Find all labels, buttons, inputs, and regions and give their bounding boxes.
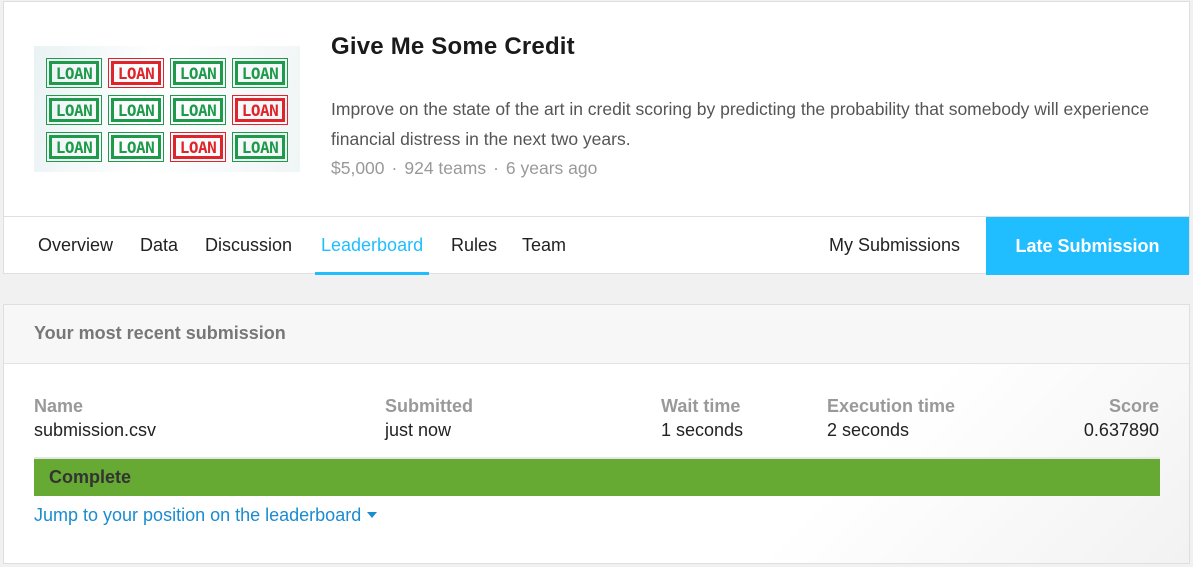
loan-stamp: LOAN <box>46 95 102 125</box>
caret-down-icon <box>367 512 378 518</box>
loan-stamp: LOAN <box>232 95 288 125</box>
tab-rules[interactable]: Rules <box>445 217 503 275</box>
loan-stamp: LOAN <box>170 58 226 88</box>
tab-discussion[interactable]: Discussion <box>199 217 298 275</box>
jump-to-leaderboard-link[interactable]: Jump to your position on the leaderboard <box>34 505 378 526</box>
submission-name-column: Name submission.csv <box>34 395 156 443</box>
prize-amount: $5,000 <box>331 158 385 178</box>
execution-time-value: 2 seconds <box>827 420 910 440</box>
score-value: 0.637890 <box>1083 420 1159 440</box>
tab-my-submissions[interactable]: My Submissions <box>823 217 966 275</box>
team-count: 924 teams <box>404 158 487 178</box>
execution-time-label: Execution time <box>827 396 956 416</box>
loan-stamp: LOAN <box>232 132 288 162</box>
competition-tabbar: Overview Data Discussion Leaderboard Rul… <box>4 216 1189 275</box>
wait-time-value: 1 seconds <box>661 420 744 440</box>
submitted-label: Submitted <box>385 396 473 416</box>
loan-stamp: LOAN <box>170 132 226 162</box>
loan-stamp: LOAN <box>232 58 288 88</box>
meta-separator: · <box>391 158 398 178</box>
jump-link-text: Jump to your position on the leaderboard <box>34 505 362 525</box>
tab-team[interactable]: Team <box>516 217 572 275</box>
score-label: Score <box>1108 396 1159 416</box>
loan-stamp: LOAN <box>108 132 164 162</box>
competition-banner-image: LOAN LOAN LOAN LOAN LOAN LOAN LOAN LOAN LOAN LOAN… <box>34 46 300 172</box>
tab-data[interactable]: Data <box>134 217 184 275</box>
loan-stamp: LOAN <box>46 58 102 88</box>
competition-title: Give Me Some Credit <box>331 33 575 60</box>
submitted-column: Submitted just now <box>385 395 473 443</box>
loan-stamp: LOAN <box>108 58 164 88</box>
wait-time-column: Wait time 1 seconds <box>661 395 743 443</box>
competition-meta: $5,000 · 924 teams · 6 years ago <box>331 158 597 179</box>
competition-description: Improve on the state of the art in credi… <box>331 99 1150 149</box>
submission-file-name: submission.csv <box>34 420 157 440</box>
loan-stamp: LOAN <box>170 95 226 125</box>
tab-overview[interactable]: Overview <box>32 217 119 275</box>
recent-submission-heading: Your most recent submission <box>4 305 1189 364</box>
late-submission-button[interactable]: Late Submission <box>986 217 1189 275</box>
loan-stamp: LOAN <box>46 132 102 162</box>
meta-separator: · <box>493 158 499 178</box>
competition-age: 6 years ago <box>505 158 598 178</box>
name-label: Name <box>34 396 84 416</box>
status-complete-bar: Complete <box>34 457 1160 496</box>
submitted-value: just now <box>385 420 452 440</box>
tab-leaderboard[interactable]: Leaderboard <box>315 217 430 275</box>
recent-submission-card: Your most recent submission Name submiss… <box>3 304 1190 564</box>
wait-time-label: Wait time <box>661 396 741 416</box>
score-column: Score 0.637890 <box>1084 395 1159 443</box>
competition-header: LOAN LOAN LOAN LOAN LOAN LOAN LOAN LOAN LOAN LOAN… <box>3 1 1190 275</box>
loan-stamp: LOAN <box>108 95 164 125</box>
execution-time-column: Execution time 2 seconds <box>827 395 955 443</box>
